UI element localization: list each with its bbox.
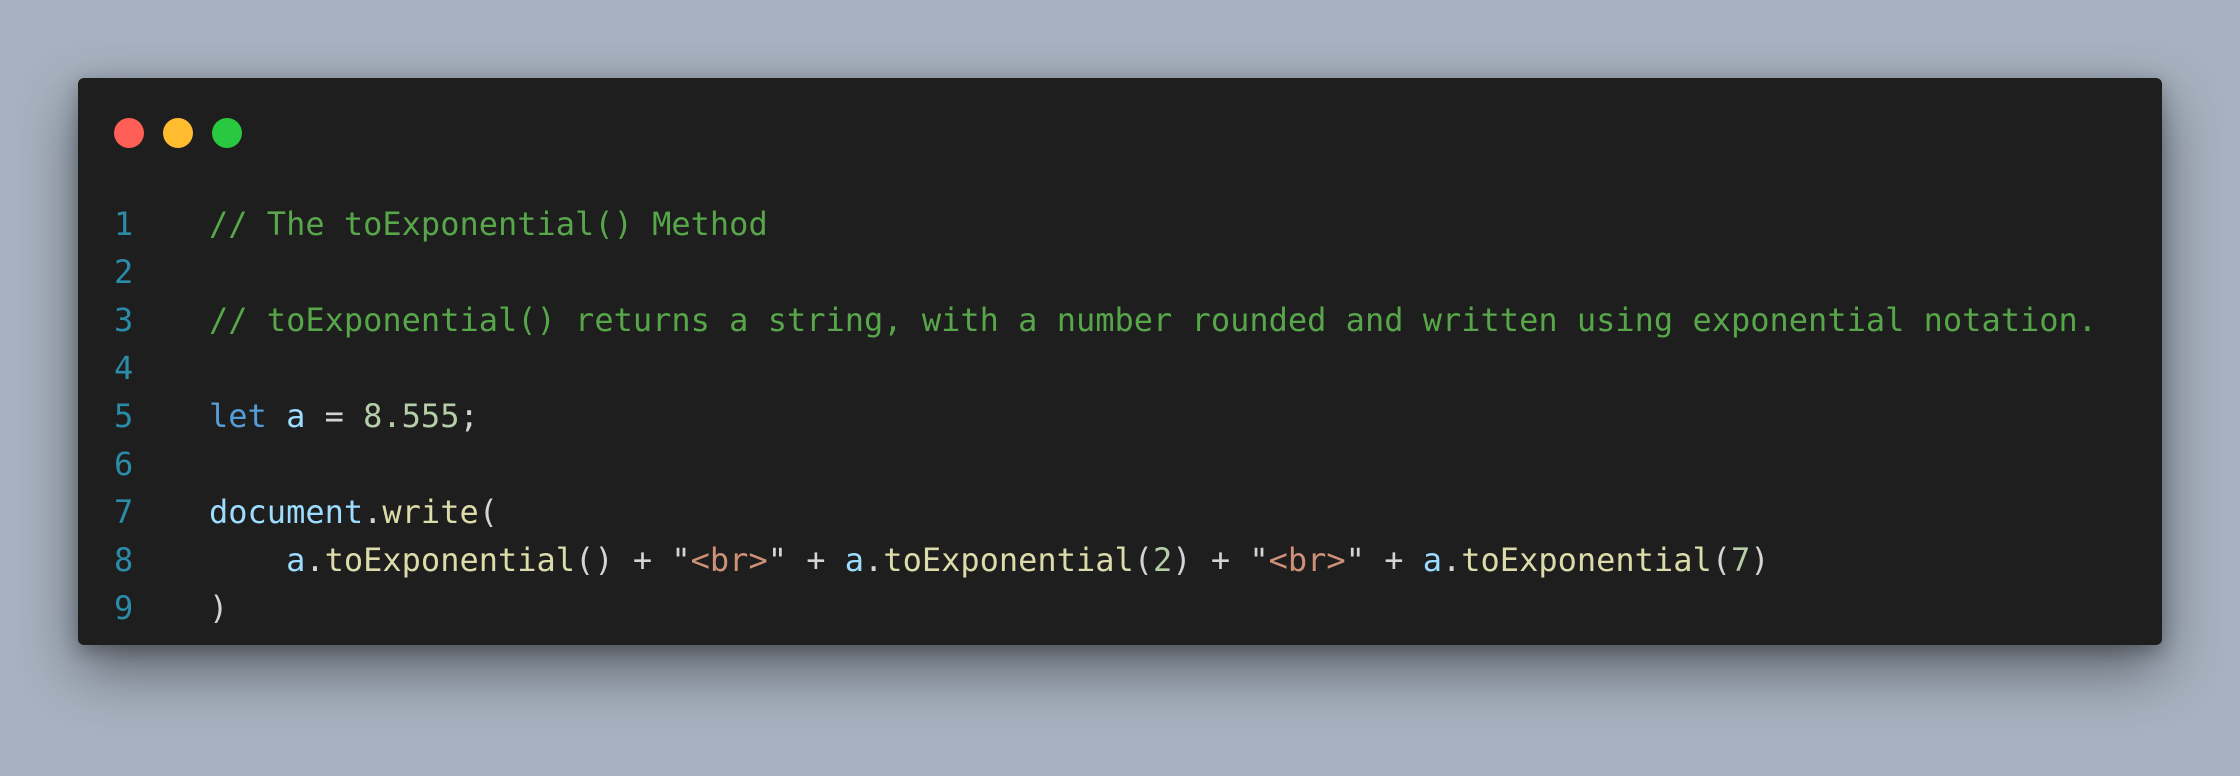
close-button[interactable] (114, 118, 144, 148)
punctuation-token: ( (478, 493, 498, 531)
line-number: 7 (114, 493, 134, 531)
string-token: <br> (1268, 541, 1346, 579)
line-content: let a = 8.555; (209, 392, 479, 440)
function-token: write (382, 493, 479, 531)
line-content: ) (209, 584, 228, 632)
function-token: toExponential (324, 541, 576, 579)
code-line: 8 a.toExponential() + "<br>" + a.toExpon… (114, 536, 2144, 584)
code-line: 3 // toExponential() returns a string, w… (114, 296, 2144, 344)
line-content: // The toExponential() Method (209, 200, 768, 248)
comment-token: // toExponential() returns a string, wit… (209, 301, 2098, 339)
keyword-token: let (209, 397, 267, 435)
line-number: 5 (114, 397, 134, 435)
maximize-button[interactable] (212, 118, 242, 148)
line-content: document.write( (209, 488, 498, 536)
comment-token: // The toExponential() Method (209, 205, 768, 243)
line-number: 2 (114, 253, 134, 291)
code-line: 1 // The toExponential() Method (114, 200, 2144, 248)
punctuation-token: ) (1750, 541, 1770, 579)
punctuation-token: ( (1133, 541, 1154, 579)
minimize-button[interactable] (163, 118, 193, 148)
line-number: 1 (114, 205, 134, 243)
punctuation-token: " + (1345, 541, 1423, 579)
punctuation-token: ) (209, 589, 229, 627)
code-editor[interactable]: 1 // The toExponential() Method 2 3 // t… (114, 200, 2144, 630)
object-token: document (209, 493, 364, 531)
punctuation-token: " + (767, 541, 845, 579)
code-window: 1 // The toExponential() Method 2 3 // t… (78, 78, 2162, 645)
punctuation-token: () + " (575, 541, 691, 579)
variable-token: a (1422, 541, 1442, 579)
code-line: 2 (114, 248, 2144, 296)
number-token: 7 (1730, 541, 1751, 579)
code-line: 9 ) (114, 584, 2144, 632)
number-token: 8.555 (363, 397, 460, 435)
code-line: 7 document.write( (114, 488, 2144, 536)
code-line: 6 (114, 440, 2144, 488)
punctuation-token: . (305, 541, 325, 579)
punctuation-token: ; (459, 397, 479, 435)
variable-token: a (844, 541, 865, 579)
function-token: toExponential (1461, 541, 1712, 579)
line-number: 3 (114, 301, 134, 339)
number-token: 2 (1153, 541, 1173, 579)
variable-token: a (286, 397, 306, 435)
line-content: a.toExponential() + "<br>" + a.toExponen… (209, 536, 1770, 584)
operator-token: = (305, 397, 364, 435)
punctuation-token: . (1442, 541, 1462, 579)
punctuation-token: ( (1711, 541, 1731, 579)
code-line: 5 let a = 8.555; (114, 392, 2144, 440)
punctuation-token: . (864, 541, 884, 579)
string-token: <br> (690, 541, 768, 579)
line-number: 4 (114, 349, 134, 387)
line-number: 8 (114, 541, 134, 579)
function-token: toExponential (883, 541, 1134, 579)
punctuation-token: . (363, 493, 383, 531)
code-line: 4 (114, 344, 2144, 392)
variable-token: a (286, 541, 306, 579)
indent-token (209, 541, 286, 579)
punctuation-token: ) + " (1172, 541, 1269, 579)
line-content: // toExponential() returns a string, wit… (209, 296, 2097, 344)
line-number: 6 (114, 445, 134, 483)
line-number: 9 (114, 589, 134, 627)
